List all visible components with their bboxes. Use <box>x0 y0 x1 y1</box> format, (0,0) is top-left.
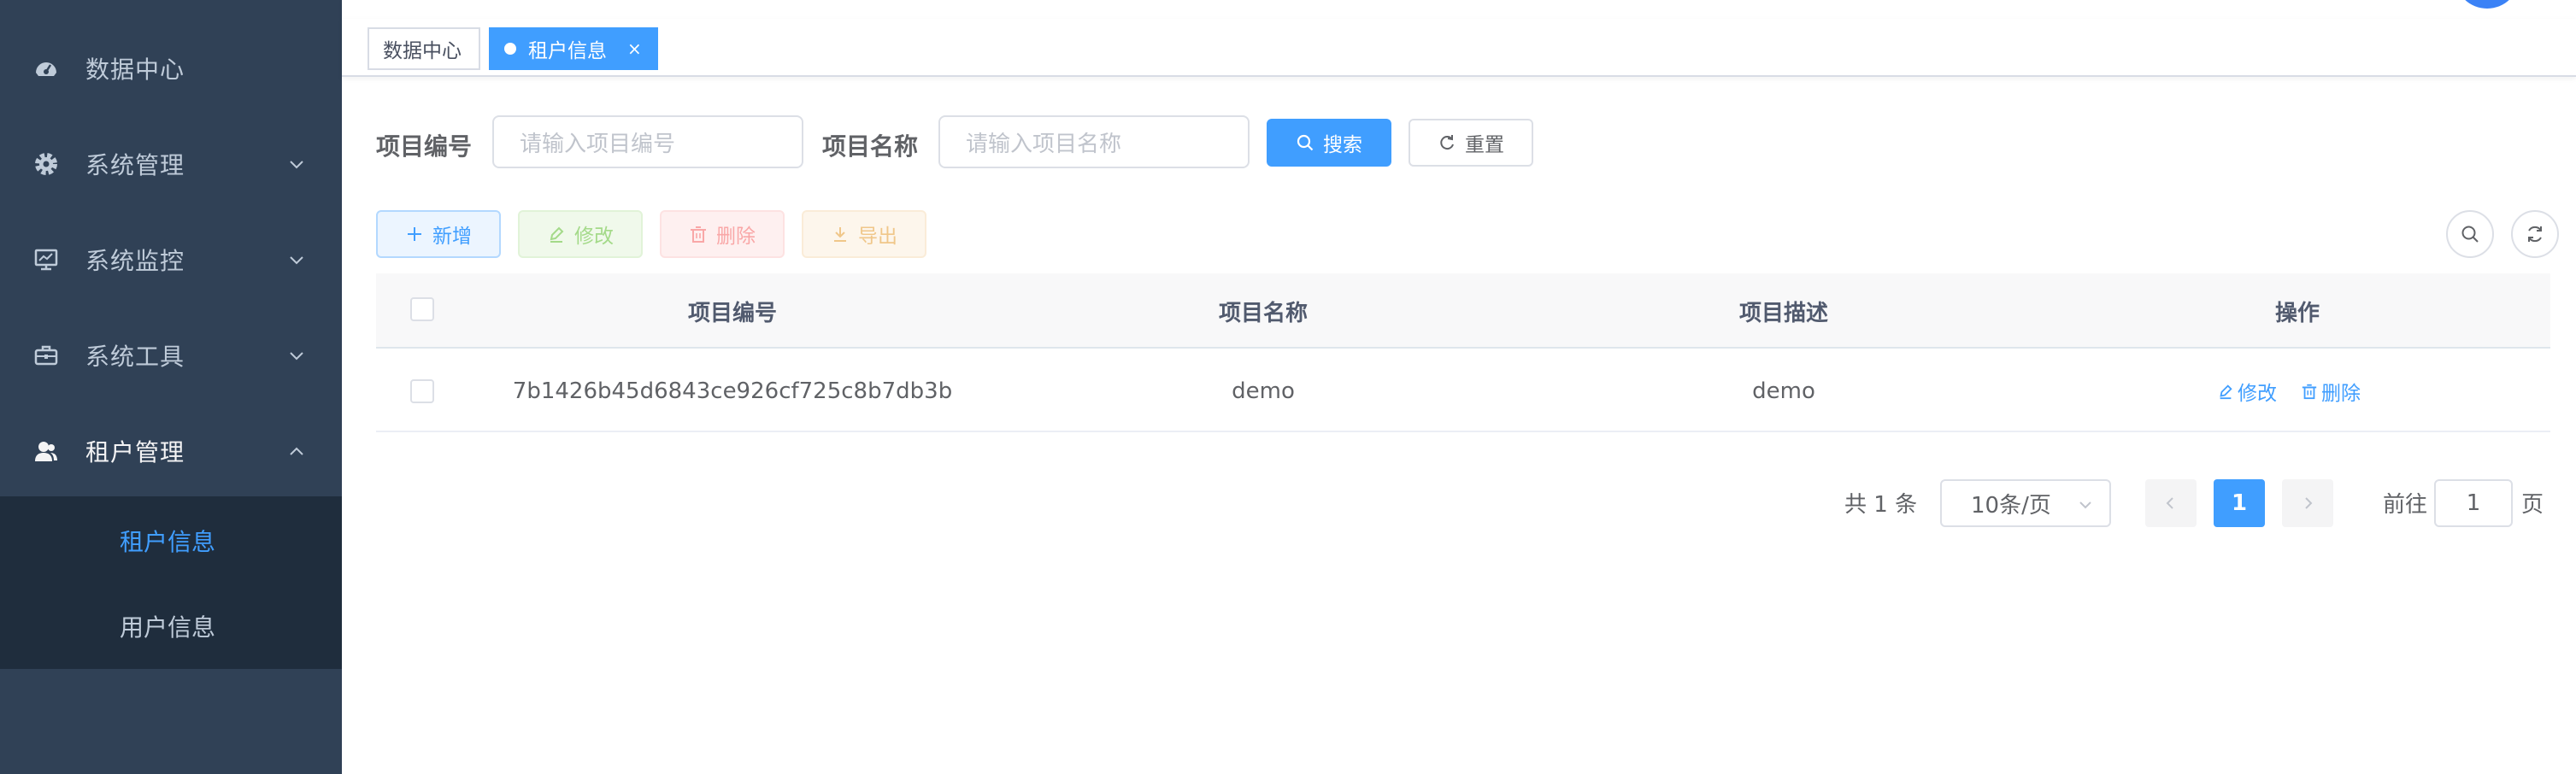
edit-icon <box>550 226 564 243</box>
next-page-button[interactable] <box>2282 479 2333 527</box>
sidebar-subitem-user-info[interactable]: 用户信息 <box>0 583 342 669</box>
sidebar-item-tenant-management[interactable]: 租户管理 <box>0 403 342 499</box>
active-dot-icon <box>504 43 516 55</box>
cell-project-description: demo <box>1752 378 1815 404</box>
chevron-left-icon <box>2166 497 2173 509</box>
column-header-name: 项目名称 <box>1218 300 1308 326</box>
column-header-description: 项目描述 <box>1738 300 1828 326</box>
sidebar-item-data-center[interactable]: 数据中心 <box>0 21 342 116</box>
table-header: 项目编号 项目名称 项目描述 操作 <box>376 273 2550 349</box>
dashboard-icon <box>32 55 60 82</box>
export-button[interactable]: 导出 <box>802 210 926 258</box>
plus-icon <box>408 227 421 241</box>
sidebar: 数据中心 系统管理 系统监控 系统工具 租户管理 租户信息 用户信息 <box>0 0 342 774</box>
goto-page-input[interactable]: 1 <box>2434 479 2513 527</box>
delete-icon <box>2302 384 2317 400</box>
select-all-checkbox[interactable] <box>410 297 434 321</box>
edit-icon <box>2220 384 2232 400</box>
table-row: 7b1426b45d6843ce926cf725c8b7db3b demo de… <box>376 350 2550 432</box>
sidebar-subitem-label: 租户信息 <box>120 528 216 556</box>
sidebar-item-label: 系统管理 <box>85 151 185 179</box>
sidebar-subitem-label: 用户信息 <box>120 613 216 642</box>
edit-button[interactable]: 修改 <box>518 210 643 258</box>
row-checkbox[interactable] <box>410 379 434 403</box>
reset-button-label: 重置 <box>1465 134 1504 156</box>
goto-label: 前往 <box>2383 492 2428 518</box>
sidebar-item-label: 系统工具 <box>85 343 185 371</box>
search-icon <box>2461 226 2479 243</box>
close-icon[interactable]: × <box>627 38 642 59</box>
cell-project-code: 7b1426b45d6843ce926cf725c8b7db3b <box>512 378 953 404</box>
refresh-icon <box>1440 135 1454 150</box>
sidebar-item-label: 租户管理 <box>85 438 185 466</box>
reset-button[interactable]: 重置 <box>1409 119 1533 167</box>
tag-tenant-info[interactable]: 租户信息 × <box>489 27 658 70</box>
tag-label: 租户信息 <box>528 40 607 62</box>
sidebar-item-system-tools[interactable]: 系统工具 <box>0 308 342 403</box>
add-button[interactable]: 新增 <box>376 210 501 258</box>
search-button-label: 搜索 <box>1323 134 1362 156</box>
chevron-down-icon <box>290 256 303 265</box>
delete-button[interactable]: 删除 <box>660 210 785 258</box>
chevron-right-icon <box>2305 497 2313 509</box>
toolbox-icon <box>32 342 60 369</box>
row-edit-label: 修改 <box>2238 383 2277 405</box>
prev-page-button[interactable] <box>2145 479 2197 527</box>
column-header-actions: 操作 <box>2274 300 2320 326</box>
project-name-input[interactable]: 请输入项目名称 <box>938 115 1250 168</box>
refresh-button[interactable] <box>2511 210 2559 258</box>
project-name-label: 项目名称 <box>822 132 919 161</box>
chevron-up-icon <box>290 447 303 455</box>
row-delete-link[interactable]: 删除 <box>2301 350 2361 432</box>
page-suffix-label: 页 <box>2521 492 2544 518</box>
refresh-icon <box>2528 226 2542 243</box>
delete-button-label: 删除 <box>716 226 756 248</box>
chevron-down-icon <box>2079 501 2091 509</box>
tag-label: 数据中心 <box>383 40 462 62</box>
pagination-total: 共 1 条 <box>1844 492 1918 518</box>
row-edit-link[interactable]: 修改 <box>2217 350 2277 432</box>
edit-button-label: 修改 <box>574 226 614 248</box>
toggle-search-button[interactable] <box>2446 210 2494 258</box>
cell-project-name: demo <box>1232 378 1295 404</box>
project-code-input[interactable]: 请输入项目编号 <box>492 115 803 168</box>
monitor-icon <box>32 246 60 273</box>
sidebar-item-label: 系统监控 <box>85 247 185 275</box>
tags-view: 数据中心 租户信息 × <box>342 19 2576 77</box>
sidebar-subitem-tenant-info[interactable]: 租户信息 <box>0 498 342 583</box>
sidebar-item-system-monitor[interactable]: 系统监控 <box>0 212 342 308</box>
chevron-down-icon <box>290 352 303 361</box>
add-button-label: 新增 <box>432 226 472 248</box>
sidebar-item-label: 数据中心 <box>85 56 185 84</box>
search-button[interactable]: 搜索 <box>1267 119 1391 167</box>
submenu-tenant: 租户信息 用户信息 <box>0 496 342 669</box>
export-button-label: 导出 <box>858 226 897 248</box>
navbar <box>342 0 2576 19</box>
search-icon <box>1297 134 1314 151</box>
page-size-value: 10条/页 <box>1971 492 2051 519</box>
sidebar-item-system-management[interactable]: 系统管理 <box>0 116 342 212</box>
tag-data-center[interactable]: 数据中心 <box>368 27 480 70</box>
page-size-select[interactable]: 10条/页 <box>1940 479 2111 527</box>
row-delete-label: 删除 <box>2321 383 2361 405</box>
column-header-code: 项目编号 <box>687 300 777 326</box>
project-code-label: 项目编号 <box>376 132 473 161</box>
users-icon <box>32 437 60 465</box>
gear-icon <box>32 150 60 178</box>
chevron-down-icon <box>290 161 303 169</box>
page-number-button[interactable]: 1 <box>2214 479 2265 527</box>
download-icon <box>834 227 846 242</box>
delete-icon <box>691 226 706 243</box>
